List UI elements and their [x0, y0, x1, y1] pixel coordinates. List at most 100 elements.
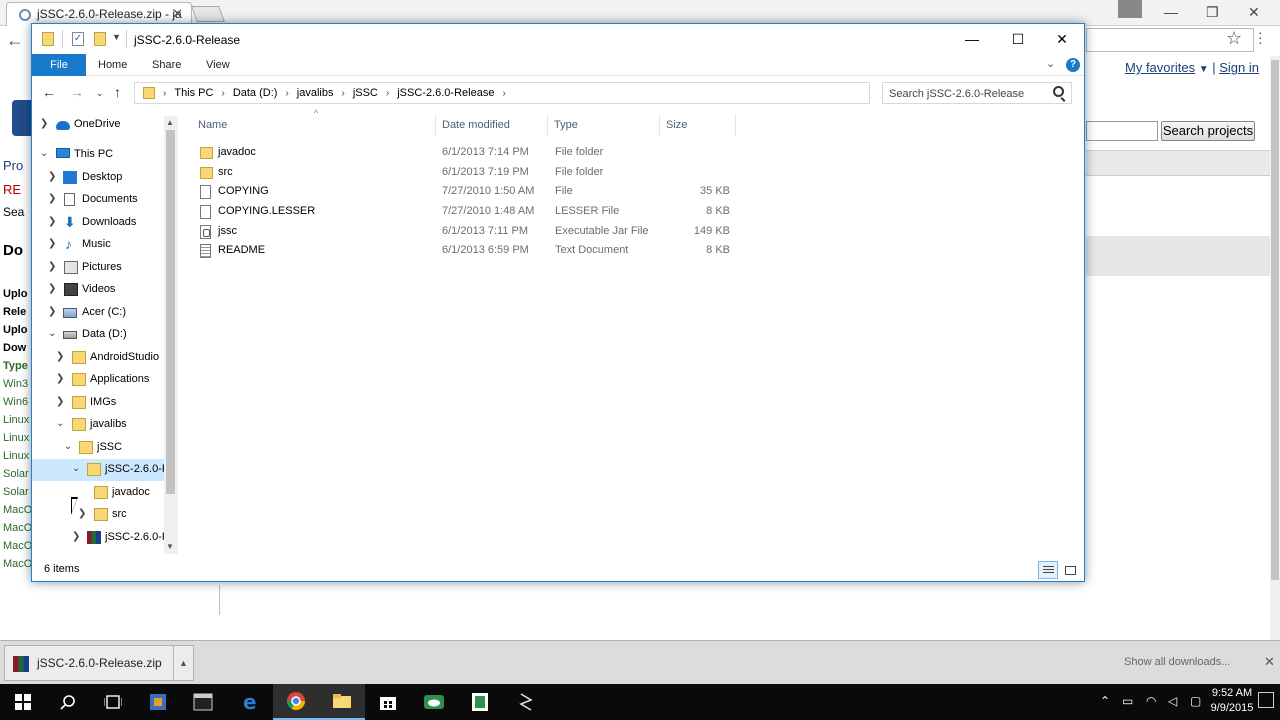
chevron-right-icon[interactable]: › [386, 88, 389, 99]
tree-item-jssc-zip[interactable]: ❯ jSSC-2.6.0-Release.zip [32, 527, 178, 549]
file-row-src[interactable]: src 6/1/2013 7:19 PM File folder [192, 163, 767, 183]
favorites-dropdown-icon[interactable]: ▼ [1199, 64, 1209, 75]
large-icons-view-button[interactable] [1060, 561, 1080, 579]
customize-quick-access-icon[interactable]: ▼ [112, 32, 121, 42]
tree-item-applications[interactable]: ❯ Applications [32, 369, 178, 391]
chevron-down-icon[interactable]: ⌄ [48, 328, 56, 339]
new-folder-icon[interactable] [94, 32, 106, 46]
fragment[interactable]: MacO [3, 522, 32, 534]
chevron-right-icon[interactable]: ❯ [56, 396, 64, 407]
address-bar[interactable]: › This PC › Data (D:) › javalibs › jSSC … [134, 82, 870, 104]
fragment[interactable]: MacO [3, 558, 32, 570]
chevron-right-icon[interactable]: › [163, 88, 166, 99]
chevron-right-icon[interactable]: ❯ [48, 306, 56, 317]
task-view-button[interactable] [90, 684, 136, 720]
tree-item-music[interactable]: ❯ ♪ Music [32, 234, 178, 256]
chevron-right-icon[interactable]: ❯ [72, 531, 80, 542]
browser-back-icon[interactable]: ← [6, 30, 24, 51]
tree-item-videos[interactable]: ❯ Videos [32, 279, 178, 301]
up-arrow-icon[interactable]: ↑ [114, 84, 121, 100]
taskbar-clock[interactable]: 9:52 AM 9/9/2015 [1210, 686, 1254, 716]
recent-locations-icon[interactable]: ⌄ [96, 88, 104, 99]
search-input[interactable] [889, 86, 1049, 101]
fragment[interactable]: Win3 [3, 378, 28, 390]
taskbar-app-cloud[interactable] [411, 684, 457, 720]
chevron-right-icon[interactable]: › [341, 88, 344, 99]
scroll-up-icon[interactable]: ▲ [166, 118, 174, 127]
download-item[interactable]: jSSC-2.6.0-Release.zip ▲ [4, 645, 194, 681]
chevron-down-icon[interactable]: ⌄ [56, 418, 64, 429]
project-search-input[interactable] [1086, 121, 1158, 141]
taskbar-app-script[interactable] [503, 684, 549, 720]
start-button[interactable] [0, 684, 46, 720]
chevron-right-icon[interactable]: ❯ [48, 216, 56, 227]
action-center-icon[interactable]: ▢ [1190, 694, 1201, 708]
minimize-button[interactable]: — [950, 24, 994, 54]
column-header-name[interactable]: Name [192, 114, 436, 136]
tab-home[interactable]: Home [98, 54, 127, 76]
fragment[interactable]: Linux [3, 432, 29, 444]
breadcrumb-jssc-release[interactable]: jSSC-2.6.0-Release [397, 87, 494, 99]
user-profile-icon[interactable] [1118, 0, 1142, 18]
details-view-button[interactable] [1038, 561, 1058, 579]
battery-icon[interactable]: ▭ [1122, 694, 1133, 708]
tree-item-data-d[interactable]: ⌄ Data (D:) [32, 324, 178, 346]
browser-menu-icon[interactable]: · · · [1258, 25, 1268, 49]
fragment[interactable]: MacO [3, 504, 32, 516]
chevron-right-icon[interactable]: ❯ [56, 373, 64, 384]
tree-item-javadoc[interactable]: javadoc [32, 482, 178, 504]
properties-icon[interactable]: ✓ [72, 32, 84, 46]
chevron-right-icon[interactable]: ❯ [40, 118, 48, 129]
tab-close-icon[interactable]: ✕ [172, 6, 183, 22]
tree-item-documents[interactable]: ❯ Documents [32, 189, 178, 211]
chevron-down-icon[interactable]: ⌄ [64, 441, 72, 452]
taskbar-search-button[interactable] [45, 684, 91, 720]
taskbar-app-network[interactable] [135, 684, 181, 720]
chevron-right-icon[interactable]: › [502, 88, 505, 99]
forward-arrow-icon[interactable]: → [70, 84, 84, 100]
search-icon[interactable] [1053, 86, 1064, 97]
taskbar-store[interactable] [365, 684, 411, 720]
column-header-type[interactable]: Type [548, 114, 660, 136]
navigation-pane-scrollbar-thumb[interactable] [166, 130, 175, 494]
chevron-right-icon[interactable]: ❯ [56, 351, 64, 362]
file-row-jssc[interactable]: jssc 6/1/2013 7:11 PM Executable Jar Fil… [192, 222, 767, 242]
taskbar-chrome[interactable] [273, 684, 319, 720]
file-row-readme[interactable]: README 6/1/2013 6:59 PM Text Document 8 … [192, 241, 767, 261]
download-options-icon[interactable]: ▲ [173, 646, 193, 680]
breadcrumb-jssc[interactable]: jSSC [353, 87, 378, 99]
chevron-right-icon[interactable]: ❯ [48, 238, 56, 249]
tab-view[interactable]: View [206, 54, 230, 76]
chevron-right-icon[interactable]: ❯ [48, 283, 56, 294]
fragment[interactable]: Solar [3, 486, 29, 498]
browser-restore-button[interactable]: ❐ [1206, 4, 1219, 21]
sign-in-link[interactable]: Sign in [1219, 60, 1259, 75]
column-header-size[interactable]: Size [660, 114, 736, 136]
close-button[interactable]: ✕ [1040, 24, 1084, 54]
tree-item-desktop[interactable]: ❯ Desktop [32, 167, 178, 189]
download-shelf-close-icon[interactable]: ✕ [1264, 654, 1275, 670]
tree-item-downloads[interactable]: ❯ ⬇ Downloads [32, 212, 178, 234]
show-all-downloads-link[interactable]: Show all downloads... [1124, 656, 1230, 668]
browser-close-button[interactable]: ✕ [1248, 4, 1260, 21]
chevron-right-icon[interactable]: › [221, 88, 224, 99]
breadcrumb-data-d[interactable]: Data (D:) [233, 87, 278, 99]
breadcrumb-this-pc[interactable]: This PC [174, 87, 213, 99]
file-row-copying-lesser[interactable]: COPYING.LESSER 7/27/2010 1:48 AM LESSER … [192, 202, 767, 222]
taskbar-edge[interactable]: e [227, 684, 273, 720]
tab-file[interactable]: File [32, 54, 86, 76]
tree-item-this-pc[interactable]: ⌄ This PC [32, 144, 178, 166]
show-hidden-icons-icon[interactable]: ⌃ [1100, 694, 1110, 708]
fragment[interactable]: Win6 [3, 396, 28, 408]
notifications-icon[interactable] [1258, 692, 1274, 708]
my-favorites-link[interactable]: My favorites [1125, 60, 1195, 75]
bookmark-star-icon[interactable]: ☆ [1226, 28, 1242, 49]
tree-item-javalibs[interactable]: ⌄ javalibs [32, 414, 178, 436]
tree-item-onedrive[interactable]: ❯ OneDrive [32, 114, 178, 136]
fragment[interactable]: MacO [3, 540, 32, 552]
chevron-right-icon[interactable]: › [285, 88, 288, 99]
tree-item-jssc[interactable]: ⌄ jSSC [32, 437, 178, 459]
chevron-right-icon[interactable]: ❯ [48, 171, 56, 182]
chevron-right-icon[interactable]: ❯ [48, 193, 56, 204]
tree-item-imgs[interactable]: ❯ IMGs [32, 392, 178, 414]
